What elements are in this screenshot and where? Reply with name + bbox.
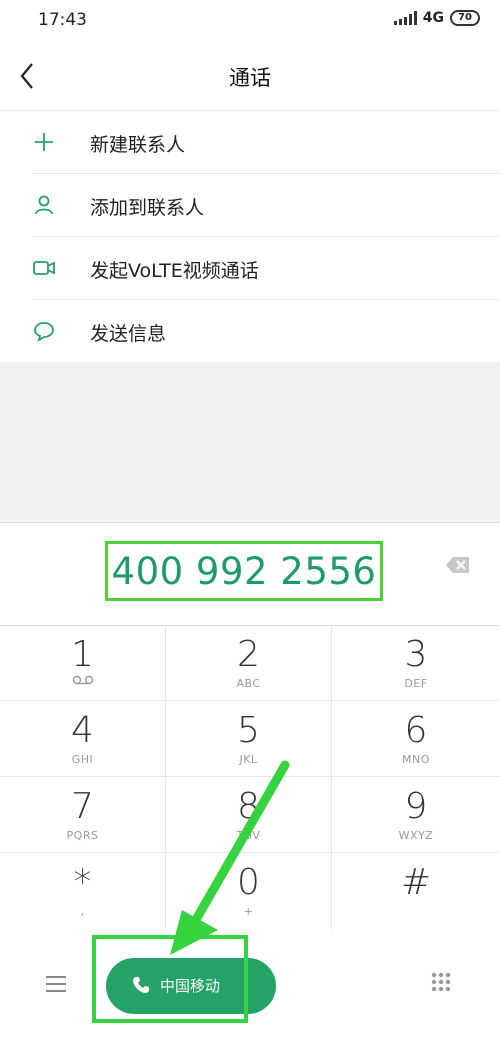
status-icons: 4G 70 [393, 10, 480, 26]
key-digit: 2 [237, 634, 260, 675]
key-letters: TUV [236, 829, 261, 842]
key-0[interactable]: 0 + [166, 853, 332, 929]
key-digit: 3 [404, 634, 428, 675]
video-icon [33, 261, 55, 275]
page-title: 通话 [229, 66, 271, 90]
action-list: 新建联系人 添加到联系人 发起VoLTE视频通话 发送信息 [0, 111, 500, 363]
key-digit: 0 [237, 862, 260, 903]
action-new-contact[interactable]: 新建联系人 [32, 111, 500, 174]
backspace-icon[interactable] [445, 555, 471, 575]
key-2[interactable]: 2 ABC [166, 625, 332, 701]
key-digit: 6 [404, 710, 428, 751]
key-hash[interactable]: # [332, 853, 500, 929]
key-digit: # [400, 862, 432, 903]
action-send-message[interactable]: 发送信息 [32, 300, 500, 363]
key-star[interactable]: * , [0, 853, 166, 929]
key-digit: 4 [71, 710, 94, 751]
header: 通话 [0, 44, 500, 111]
key-digit: 1 [71, 634, 94, 675]
number-highlight: 400 992 2556 [105, 541, 383, 601]
key-letters: JKL [239, 753, 258, 766]
status-bar: 17:43 4G 70 [0, 0, 500, 40]
battery-icon: 70 [450, 10, 480, 26]
key-7[interactable]: 7 PQRS [0, 777, 166, 853]
key-letters: WXYZ [398, 829, 434, 842]
key-6[interactable]: 6 MNO [332, 701, 500, 777]
status-time: 17:43 [38, 10, 87, 30]
dialed-number: 400 992 2556 [111, 550, 377, 593]
key-letters: , [80, 905, 85, 918]
call-highlight [92, 935, 248, 1023]
person-icon [35, 195, 53, 215]
key-letters: GHI [71, 753, 94, 766]
action-add-to-contact[interactable]: 添加到联系人 [32, 174, 500, 237]
key-digit: 7 [71, 786, 94, 827]
key-digit: 8 [237, 786, 260, 827]
key-1[interactable]: 1 [0, 625, 166, 701]
key-letters: DEF [404, 677, 428, 690]
key-5[interactable]: 5 JKL [166, 701, 332, 777]
network-type: 4G [422, 10, 444, 26]
key-4[interactable]: 4 GHI [0, 701, 166, 777]
key-letters: MNO [402, 753, 430, 766]
action-label: 添加到联系人 [90, 197, 205, 219]
key-digit: 9 [404, 786, 428, 827]
dialpad-icon[interactable] [430, 971, 452, 993]
plus-icon [35, 133, 53, 151]
action-label: 新建联系人 [90, 134, 186, 156]
empty-area [0, 362, 500, 522]
action-label: 发送信息 [90, 323, 167, 345]
signal-icon [393, 11, 417, 25]
action-volte-video-call[interactable]: 发起VoLTE视频通话 [32, 237, 500, 300]
keypad: 1 2 ABC 3 DEF 4 GHI 5 JKL 6 MNO 7 PQRS 8… [0, 625, 500, 931]
menu-icon[interactable] [46, 975, 66, 993]
key-digit: * [73, 862, 92, 903]
key-3[interactable]: 3 DEF [332, 625, 500, 701]
number-display: 400 992 2556 [0, 522, 500, 626]
action-label: 发起VoLTE视频通话 [90, 260, 259, 282]
key-9[interactable]: 9 WXYZ [332, 777, 500, 853]
key-digit: 5 [237, 710, 260, 751]
key-letters: + [243, 905, 254, 918]
key-8[interactable]: 8 TUV [166, 777, 332, 853]
bottom-bar: 中国移动 [0, 931, 500, 1039]
message-icon [34, 322, 54, 342]
voicemail-icon [72, 675, 93, 685]
key-letters: PQRS [66, 829, 99, 842]
key-letters: ABC [236, 677, 261, 690]
